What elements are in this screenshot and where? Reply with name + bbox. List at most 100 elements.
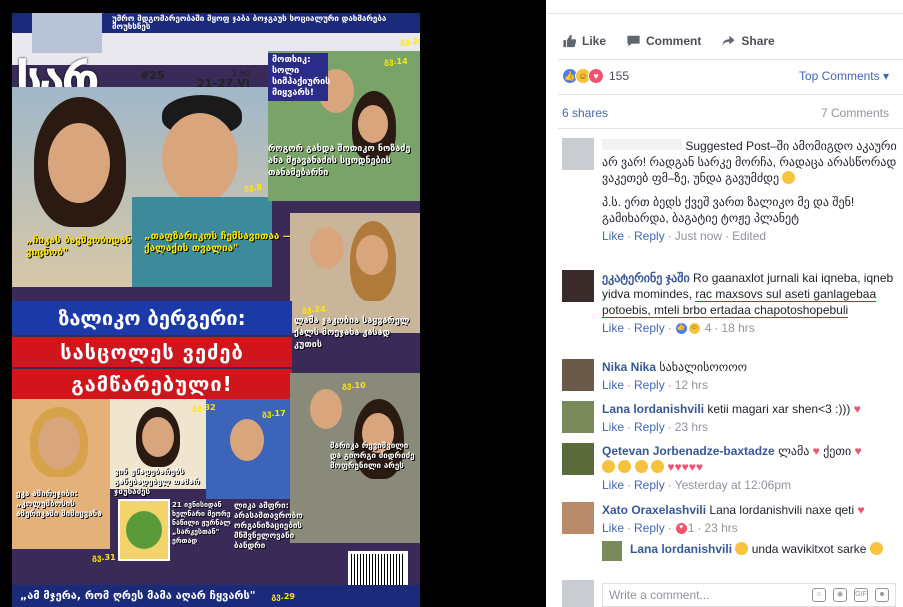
confused-emoji-icon [782,171,796,184]
avatar[interactable] [602,541,622,561]
comment-text-main: ლამა [778,444,810,458]
cover-caption-lika: ლიკა ამფრი: არასამთავრობო ორგანიზაციების… [234,501,303,550]
composer-icons: ☺ ◉ GIF ☻ [812,588,889,602]
comment-like-link[interactable]: Like [602,520,624,536]
divider [558,59,903,60]
love-reaction-icon: ♥ [588,68,604,84]
heart-emoji-icon: ♥ [853,402,861,416]
comment-composer: Write a comment... ☺ ◉ GIF ☻ [562,580,896,607]
smile-emoji-icon [735,542,749,555]
suggested-post-badge: Suggested Post [685,139,771,153]
comment-reaction-count[interactable]: 1 [688,520,695,536]
cover-page-ref: გვ.17 [262,409,286,418]
comment-reply-link[interactable]: Reply [634,320,665,336]
cover-page-ref: გვ.8 [244,183,263,192]
comment-text-main: unda wavikitxot sarke [751,542,867,556]
comment-text-main: Lana lordanishvili naxe qeti [709,503,855,517]
cover-caption-lasha: ლაშა ჯაკობია საყვარელ ქალს მოეჯახა კასად… [294,316,410,350]
avatar[interactable] [562,401,594,433]
cover-footer-text: „ამ მჯერა, რომ ღრეს მამა აღარ ჩყვარს" [20,589,256,602]
cover-caption-right: მარიკა რევიშვილი და გიორგი ძიდრიძე მოფრე… [330,441,415,470]
comment-like-link[interactable]: Like [602,419,624,435]
cover-book-image [118,499,170,561]
cover-quote-left: „ჩიკას ბავშვობიდან ვიცნობ" [26,235,132,258]
comment-text-main: სახალისოოოო [659,360,748,374]
cover-page-ref: გვ.10 [342,381,366,390]
comment-body: ეკატერინე ჯაში Ro gaanaxlot jurnali kai … [602,270,900,336]
gif-icon[interactable]: GIF [854,588,868,602]
comment-text-main: ketii magari xar shen<3 :))) [707,402,851,416]
comment-time[interactable]: Just now [675,228,722,244]
comment-reaction-count[interactable]: 4 [705,320,712,336]
photo-viewer[interactable]: უმრო მდგომარეობაში მყოფ ჯაბა ბოჯგაუს სოც… [0,0,546,607]
lips-emoji-icon: ♥♥♥♥♥ [667,460,703,474]
comment-like-link[interactable]: Like [602,477,624,493]
comment-author-name[interactable] [602,139,682,150]
comment-author-name[interactable]: Xato Oraxelashvili [602,503,706,517]
cover-page-ref: გვ.14 [384,57,408,66]
comment-like-link[interactable]: Like [602,320,624,336]
sticker-icon[interactable]: ☻ [875,588,889,602]
heart-emoji-icon: ♥ [854,444,862,458]
shares-link[interactable]: 6 shares [562,106,608,120]
cover-footer: „ამ მჯერა, რომ ღრეს მამა აღარ ჩყვარს" გვ… [12,585,420,607]
comment-reply-link[interactable]: Reply [634,377,665,393]
comment-like-link[interactable]: Like [602,377,624,393]
emoji-icon[interactable]: ☺ [812,588,826,602]
comment-edited-label[interactable]: Edited [732,228,766,244]
comment-time[interactable]: 18 hrs [721,320,754,336]
share-arrow-icon [722,35,735,47]
comment-reply-link[interactable]: Reply [634,228,665,244]
comment-button[interactable]: Comment [626,34,701,48]
cover-page-ref: გვ.24 [302,305,326,314]
comments-count[interactable]: 7 Comments [821,106,889,120]
comment-author-name[interactable]: Nika Nika [602,360,656,374]
comment-reply-link[interactable]: Reply [634,477,665,493]
hand-emoji-icon [602,460,615,473]
share-button[interactable]: Share [721,34,775,48]
comment-author-name[interactable]: ეკატერინე ჯაში [602,271,690,285]
heart-emoji-icon: ♥ [812,444,820,458]
like-reaction-icon: 👍 [674,321,688,335]
magazine-cover-image: უმრო მდგომარეობაში მყოფ ჯაბა ბოჯგაუს სოც… [12,13,420,607]
comment-sort-dropdown[interactable]: Top Comments ▾ [799,69,889,83]
comment-like-link[interactable]: Like [602,228,624,244]
comment-time[interactable]: 23 hrs [675,419,708,435]
comment-author-name[interactable]: Qetevan Jorbenadze-baxtadze [602,444,775,458]
kiss-emoji-icon [634,460,648,473]
reaction-summary[interactable]: 👍 ☺ ♥ 155 [562,68,629,84]
comment-time[interactable]: 23 hrs [704,520,737,536]
like-button[interactable]: Like [562,34,606,48]
avatar[interactable] [562,443,594,475]
comment-author-name[interactable]: Lana lordanishvili [602,402,704,416]
camera-icon[interactable]: ◉ [833,588,847,602]
cover-top-strip-text: უმრო მდგომარეობაში მყოფ ჯაბა ბოჯგაუს სოც… [112,14,387,31]
hand-emoji-icon [618,460,632,473]
divider [558,94,903,95]
comment-body: Lana lordanishvili unda wavikitxot sarke [630,541,892,557]
smile-emoji-icon [869,542,883,555]
emoji-row: ♥♥♥♥♥ [602,459,900,475]
avatar[interactable] [562,138,594,170]
cover-page-ref: გვ.20 [400,37,420,46]
avatar[interactable] [562,502,594,534]
comment-reply-link[interactable]: Reply [634,520,665,536]
avatar[interactable] [562,270,594,302]
comment-input-placeholder: Write a comment... [609,588,710,602]
comment-time[interactable]: 12 hrs [675,377,708,393]
avatar[interactable] [562,359,594,391]
comment-meta: Like · Reply · 12 hrs [602,377,709,393]
sidebar-top-bar [546,0,903,14]
comment-body: Nika Nika სახალისოოოო Like · Reply · 12 hr… [602,359,900,393]
comment-time[interactable]: Yesterday at 12:06pm [675,477,791,493]
comment-body: Xato Oraxelashvili Lana lordanishvili na… [602,502,900,536]
comment-input[interactable]: Write a comment... ☺ ◉ GIF ☻ [602,583,896,607]
comment-reply-link[interactable]: Reply [634,419,665,435]
divider [558,128,903,129]
comment-body: Suggested Post–ში ამომიგდო აკაური არ ვარ… [602,138,900,244]
thumbs-up-icon [563,34,577,48]
cover-eka-photo [12,399,110,549]
comment-author-name[interactable]: Lana lordanishvili [630,542,732,556]
comment-text-secondary: პ.ს. ერთ ბედს ქვეშ ვართ ზალიკო მე და შენ… [602,195,855,225]
share-button-label: Share [741,34,775,48]
